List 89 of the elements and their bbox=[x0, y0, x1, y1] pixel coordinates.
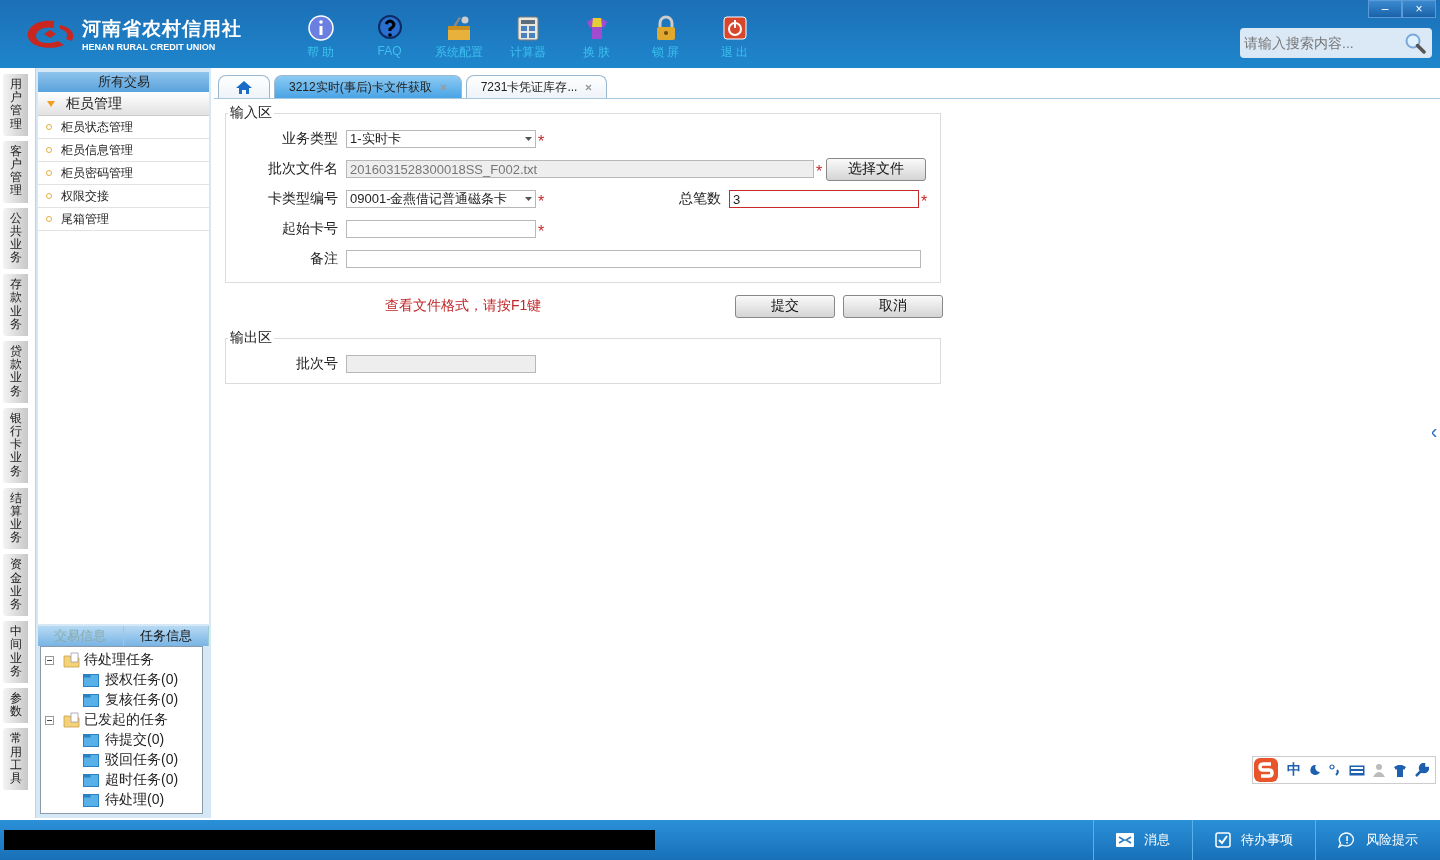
field-label: 批次文件名 bbox=[267, 160, 339, 178]
required-mark: * bbox=[816, 162, 824, 177]
field-label: 总笔数 bbox=[678, 190, 722, 208]
power-icon bbox=[720, 13, 749, 42]
search-icon[interactable] bbox=[1404, 32, 1426, 54]
folder-icon bbox=[83, 673, 99, 687]
tree-item[interactable]: 驳回任务(0) bbox=[105, 751, 179, 769]
logo-subtitle: HENAN RURAL CREDIT UNION bbox=[82, 42, 217, 52]
submit-button[interactable]: 提交 bbox=[735, 294, 835, 318]
sidebar-header: 所有交易 bbox=[38, 72, 209, 92]
menu-item[interactable]: 柜员密码管理 bbox=[38, 162, 209, 185]
menu-item[interactable]: 柜员状态管理 bbox=[38, 116, 209, 139]
tree-item[interactable]: 待提交(0) bbox=[105, 731, 165, 749]
field-label: 卡类型编号 bbox=[267, 190, 339, 208]
status-mail-button[interactable]: 消息 bbox=[1093, 820, 1192, 860]
folder-icon bbox=[83, 773, 99, 787]
required-mark: * bbox=[538, 132, 546, 147]
section-title: 输入区 bbox=[229, 104, 273, 122]
mail-icon bbox=[1116, 833, 1134, 847]
required-mark: * bbox=[538, 192, 546, 207]
home-icon bbox=[235, 79, 253, 95]
side-category-tab[interactable]: 公共业务 bbox=[3, 207, 28, 270]
side-category-tab[interactable]: 中间业务 bbox=[3, 621, 28, 683]
side-category-tab[interactable]: 常用工具 bbox=[3, 728, 28, 791]
side-category-tab[interactable]: 贷款业务 bbox=[3, 341, 28, 403]
input-field[interactable] bbox=[346, 250, 921, 268]
tree-item[interactable]: 授权任务(0) bbox=[105, 671, 179, 689]
tree-item[interactable]: 已发起的任务 bbox=[84, 711, 168, 729]
status-risk-button[interactable]: 风险提示 bbox=[1315, 820, 1440, 860]
field-label: 批次号 bbox=[295, 355, 339, 373]
close-button[interactable]: × bbox=[1402, 0, 1436, 18]
side-category-tab[interactable]: 结算业务 bbox=[3, 487, 28, 550]
side-category-tab[interactable]: 客户管理 bbox=[3, 140, 28, 203]
menu-group[interactable]: 柜员管理 bbox=[38, 92, 209, 116]
side-category-tab[interactable]: 银行卡业务 bbox=[3, 407, 28, 483]
page-tab[interactable]: 7231卡凭证库存... bbox=[465, 75, 608, 98]
dropdown-field[interactable]: 09001-金燕借记普通磁条卡 bbox=[346, 190, 536, 208]
input-field[interactable]: 3 bbox=[729, 190, 919, 208]
hint-text: 查看文件格式，请按F1键 bbox=[385, 297, 542, 315]
punctuation-icon[interactable] bbox=[1329, 764, 1341, 776]
minimize-button[interactable]: – bbox=[1368, 0, 1402, 18]
menu-item[interactable]: 柜员信息管理 bbox=[38, 139, 209, 162]
section-title: 输出区 bbox=[229, 329, 273, 347]
required-mark: * bbox=[921, 192, 929, 207]
required-mark: * bbox=[538, 222, 546, 237]
folder-icon bbox=[63, 652, 81, 668]
field-label: 起始卡号 bbox=[281, 220, 339, 238]
menu-item[interactable]: 尾箱管理 bbox=[38, 208, 209, 231]
folder-icon bbox=[83, 793, 99, 807]
dropdown-arrow-icon bbox=[525, 197, 532, 201]
dropdown-field[interactable]: 1-实时卡 bbox=[346, 130, 536, 148]
menu-item[interactable]: 权限交接 bbox=[38, 185, 209, 208]
shirt-icon[interactable] bbox=[1393, 763, 1407, 777]
folder-icon bbox=[83, 753, 99, 767]
folder-icon bbox=[63, 712, 81, 728]
collapse-toggle-icon[interactable] bbox=[45, 655, 54, 665]
ime-mode[interactable]: 中 bbox=[1287, 761, 1301, 779]
cancel-button[interactable]: 取消 bbox=[843, 294, 943, 318]
side-category-tab[interactable]: 参数 bbox=[3, 687, 28, 724]
folder-icon bbox=[83, 733, 99, 747]
side-category-tab[interactable]: 资金业务 bbox=[3, 554, 28, 617]
tree-item[interactable]: 待处理(0) bbox=[105, 791, 165, 809]
panel-tab[interactable]: 任务信息 bbox=[123, 626, 209, 646]
home-tab[interactable] bbox=[218, 75, 270, 98]
status-todo-button[interactable]: 待办事项 bbox=[1192, 820, 1315, 860]
checkbox-icon bbox=[1215, 832, 1231, 848]
tree-item[interactable]: 超时任务(0) bbox=[105, 771, 179, 789]
side-category-tab[interactable]: 存款业务 bbox=[3, 274, 28, 336]
side-category-tab[interactable]: 用户管理 bbox=[3, 74, 28, 136]
keyboard-icon[interactable] bbox=[1349, 764, 1365, 776]
moon-icon[interactable] bbox=[1309, 764, 1321, 776]
dropdown-arrow-icon bbox=[525, 137, 532, 141]
folder-icon bbox=[83, 693, 99, 707]
field-label: 备注 bbox=[309, 250, 339, 268]
ime-logo-icon[interactable] bbox=[1253, 757, 1279, 783]
tree-item[interactable]: 待处理任务 bbox=[84, 651, 154, 669]
field-label: 业务类型 bbox=[281, 130, 339, 148]
collapse-toggle-icon[interactable] bbox=[45, 715, 54, 725]
chevron-icon bbox=[1432, 429, 1437, 437]
close-icon[interactable] bbox=[585, 83, 593, 91]
speech-bubble-icon bbox=[1338, 832, 1356, 848]
help-icon bbox=[375, 13, 404, 42]
search-field[interactable]: 请输入搜索内容... bbox=[1240, 28, 1432, 58]
logo-title: 河南省农村信用社 bbox=[82, 17, 242, 41]
info-icon bbox=[306, 13, 335, 42]
page-tab[interactable]: 3212实时(事后)卡文件获取 bbox=[274, 75, 462, 98]
input-field[interactable] bbox=[346, 220, 536, 238]
wrench-icon[interactable] bbox=[1415, 763, 1429, 777]
tree-item[interactable]: 复核任务(0) bbox=[105, 691, 179, 709]
